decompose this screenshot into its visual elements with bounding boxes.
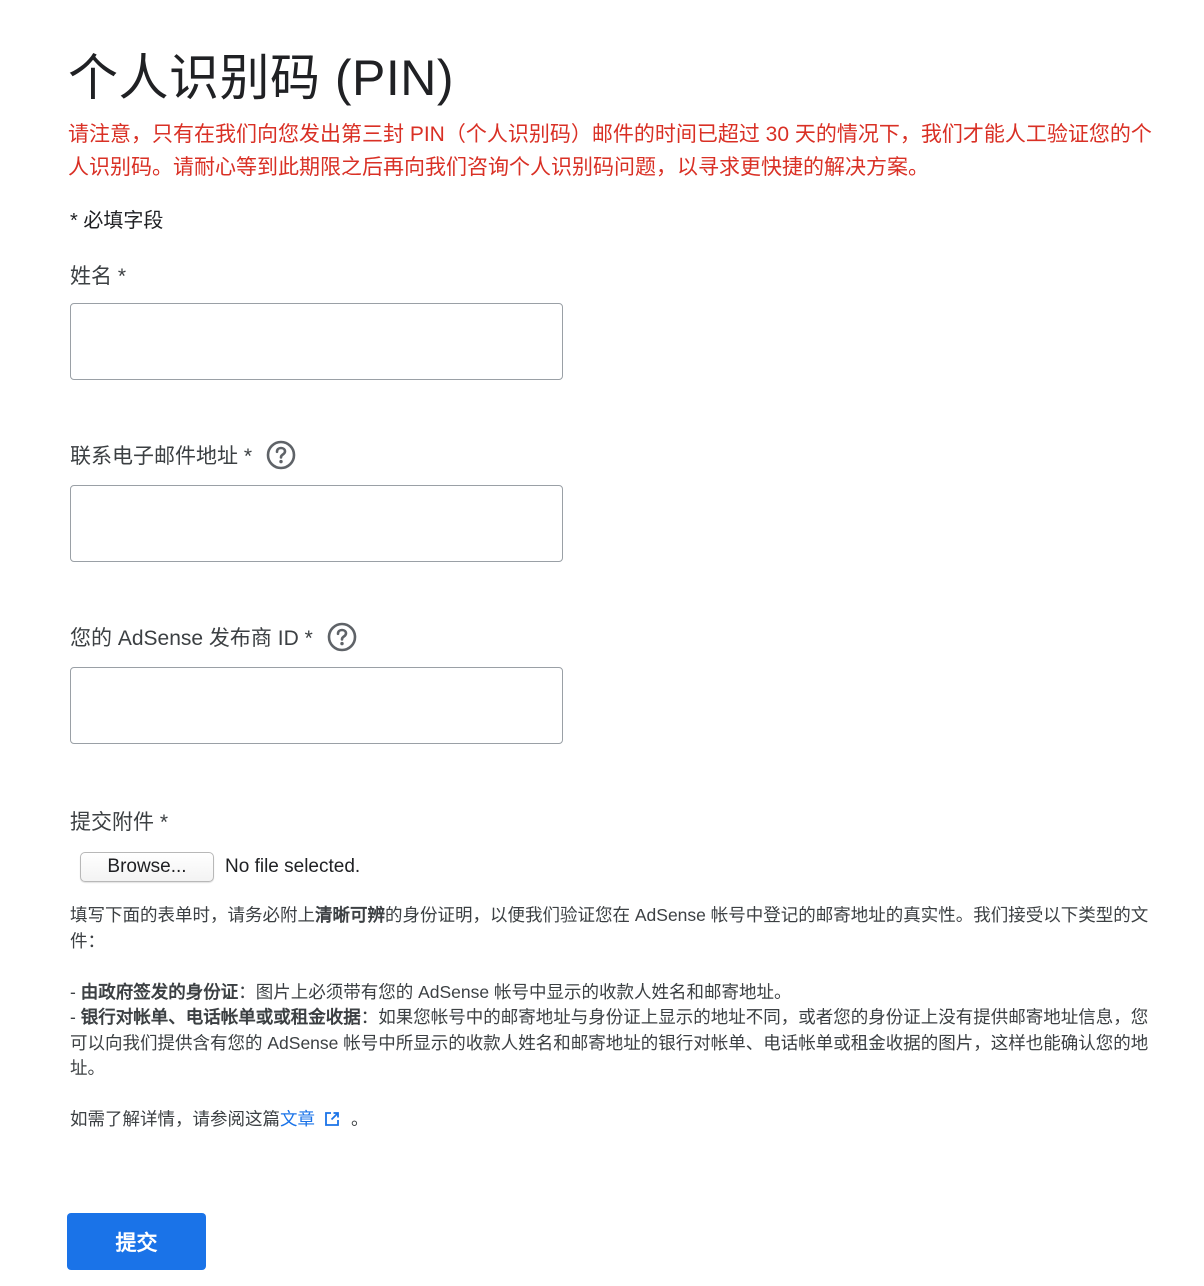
list-item-title: 由政府签发的身份证 — [80, 981, 239, 1002]
article-link[interactable]: 文章 — [280, 1106, 341, 1131]
attachment-instructions: 填写下面的表单时，请务必附上清晰可辨的身份证明，以便我们验证您在 AdSense… — [70, 903, 1165, 1082]
name-label-text: 姓名 * — [70, 265, 127, 288]
list-item-prefix: - — [70, 1007, 81, 1027]
submit-button[interactable]: 提交 — [67, 1213, 206, 1270]
name-label: 姓名 * — [70, 260, 126, 290]
page-title: 个人识别码 (PIN) — [68, 50, 455, 106]
email-label: 联系电子邮件地址 * — [70, 440, 296, 470]
article-link-text: 文章 — [280, 1109, 315, 1129]
attachment-label: 提交附件 * — [70, 806, 168, 836]
list-item-bank-statement: - 银行对帐单、电话帐单或或租金收据：如果您帐号中的邮寄地址与身份证上显示的地址… — [70, 1005, 1165, 1082]
attachment-label-text: 提交附件 * — [70, 811, 169, 834]
publisher-id-help-icon[interactable] — [327, 622, 357, 652]
email-input[interactable] — [70, 485, 563, 562]
pin-form-page: 个人识别码 (PIN) 请注意，只有在我们向您发出第三封 PIN（个人识别码）邮… — [0, 0, 1204, 1286]
email-label-text: 联系电子邮件地址 * — [70, 445, 253, 468]
list-item-text: ：图片上必须带有您的 AdSense 帐号中显示的收款人姓名和邮寄地址。 — [238, 981, 792, 1002]
list-item-title: 银行对帐单、电话帐单或或租金收据 — [80, 1007, 361, 1027]
list-item-government-id: - 由政府签发的身份证：图片上必须带有您的 AdSense 帐号中显示的收款人姓… — [70, 980, 1165, 1006]
intro-text-bold: 清晰可辨 — [315, 905, 385, 925]
list-item-prefix: - — [70, 981, 81, 1002]
instructions-intro: 填写下面的表单时，请务必附上清晰可辨的身份证明，以便我们验证您在 AdSense… — [70, 903, 1165, 954]
browse-button[interactable]: Browse... — [80, 852, 214, 882]
more-info-text: 如需了解详情，请参阅这篇 — [70, 1109, 280, 1129]
publisher-id-label-text: 您的 AdSense 发布商 ID * — [70, 627, 313, 650]
name-input[interactable] — [70, 303, 563, 380]
intro-text-pre: 填写下面的表单时，请务必附上 — [70, 905, 315, 925]
file-picker: Browse... No file selected. — [80, 852, 360, 882]
open-in-new-icon — [323, 1110, 341, 1128]
warning-notice: 请注意，只有在我们向您发出第三封 PIN（个人识别码）邮件的时间已超过 30 天… — [68, 123, 1152, 179]
file-status-text: No file selected. — [225, 856, 361, 877]
more-info-line: 如需了解详情，请参阅这篇 文章 。 — [70, 1106, 369, 1131]
publisher-id-input[interactable] — [70, 667, 563, 744]
email-help-icon[interactable] — [266, 440, 296, 470]
more-info-period: 。 — [351, 1109, 369, 1129]
required-fields-note: * 必填字段 — [70, 210, 164, 232]
publisher-id-label: 您的 AdSense 发布商 ID * — [70, 622, 357, 652]
